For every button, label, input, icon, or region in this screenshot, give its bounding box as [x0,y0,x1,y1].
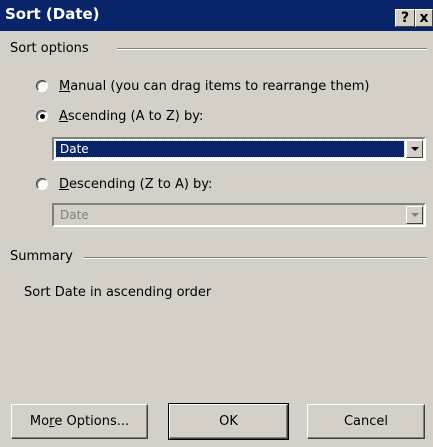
help-button[interactable]: ? [395,9,415,27]
manual-radio[interactable] [36,80,48,92]
ok-button[interactable]: OK [168,403,289,440]
ascending-radio-label: Ascending (A to Z) by: [59,108,204,124]
summary-divider [84,257,427,259]
descending-field-select: Date [52,203,426,227]
ascending-dropdown-button[interactable] [406,140,423,158]
descending-field-value: Date [60,208,89,222]
ascending-radio-option[interactable]: Ascending (A to Z) by: [36,107,203,125]
manual-radio-label: Manual (you can drag items to rearrange … [59,78,370,94]
ascending-field-select[interactable]: Date [52,137,426,161]
sort-options-divider [117,48,427,50]
more-options-button[interactable]: Mo r e Options... [11,404,148,439]
ascending-radio[interactable] [36,110,48,122]
descending-radio-option[interactable]: Descending (Z to A) by: [36,175,212,193]
ascending-field-value: Date [55,140,405,158]
summary-group-label: Summary [10,249,73,264]
sort-options-group-label: Sort options [10,41,89,56]
close-button[interactable]: x [415,9,433,27]
chevron-down-icon [410,213,419,217]
cancel-button[interactable]: Cancel [307,404,425,439]
descending-radio-label: Descending (Z to A) by: [59,176,213,192]
descending-dropdown-button [406,206,423,224]
sort-dialog: Sort (Date) ? x Sort options Manual (you… [0,0,433,447]
manual-radio-option[interactable]: Manual (you can drag items to rearrange … [36,77,370,95]
radio-selected-dot [39,113,45,119]
window-title: Sort (Date) [5,5,100,23]
summary-text: Sort Date in ascending order [24,285,212,300]
chevron-down-icon [410,147,419,151]
descending-radio[interactable] [36,178,48,190]
title-bar[interactable]: Sort (Date) ? x [0,0,433,31]
